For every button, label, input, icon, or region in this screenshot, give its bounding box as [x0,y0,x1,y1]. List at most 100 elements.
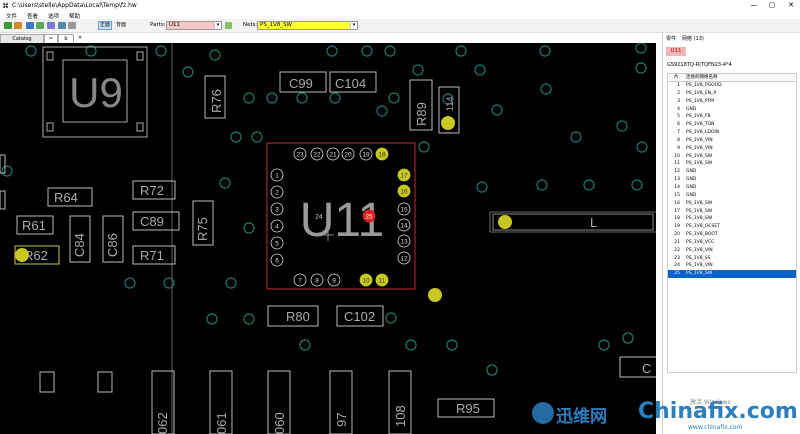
chevron-down-icon[interactable]: ▾ [350,22,357,29]
net-name: PS_1V8_TON [686,122,715,128]
u11-pin-label: 12 [400,255,408,262]
table-row[interactable]: 7 PS_1V8_LDOIN [668,129,796,137]
arrow-icon[interactable] [68,22,76,29]
table-row[interactable]: 24 PS_1V8_VIN [668,262,796,270]
u11-pin-label: 24 [315,213,323,220]
net-pad[interactable] [428,288,442,302]
net-name: GND [686,192,697,198]
u11-pin-label: 15 [400,206,408,213]
u11-pin-label: 6 [275,257,279,264]
component-l[interactable]: L [492,213,654,231]
pin-number: 9 [677,145,680,151]
table-row[interactable]: 20 PS_1V8_BOOT [668,231,796,239]
net-name: GND [686,177,697,183]
rotate-icon[interactable] [47,22,55,29]
selected-part-badge: U11 [666,47,686,56]
table-row[interactable]: 4 GND [668,106,796,114]
table-row[interactable]: 14 GND [668,184,796,192]
pin-number: 6 [677,122,680,128]
u11-pin-label: 9 [332,277,336,284]
open-icon[interactable] [4,22,12,29]
pin-number: 18 [674,216,680,222]
net-name: PS_1V8_SW [686,200,713,206]
table-row[interactable]: 9 PS_1V8_VIN [668,145,796,153]
mirror-icon[interactable] [58,22,66,29]
table-row[interactable]: 25 PS_1V8_SW [668,270,796,279]
u11-pin-label: 13 [400,238,408,245]
table-row[interactable]: 3 PS_1V8_PFM [668,98,796,106]
component-u11[interactable]: U11 1234567 8 9 10 1112131415161718192021222… [266,142,416,290]
table-row[interactable]: 5 PS_1V8_FB [668,113,796,121]
table-row[interactable]: 2 PS_1V8_EN_R [668,90,796,98]
nets-label: Nets: [243,22,258,28]
table-row[interactable]: 11 PS_1V8_SW [668,160,796,168]
tab-nets[interactable]: 网络 (13) [682,35,704,44]
net-name: PS_1V8_VIN [686,137,713,143]
table-row[interactable]: 12 GND [668,168,796,176]
chevron-down-icon[interactable]: ▾ [214,22,221,29]
tab-catalog[interactable]: Catalog [0,34,44,43]
toolbar: 正面 背面 Parts: U11 ▾ Nets: PS_1V8_SW ▾ [0,19,800,33]
net-name: PS_1V8_SW [686,271,713,277]
net-name: PS_1V8_BOOT [686,232,718,238]
component-u9[interactable]: U9 [42,46,148,138]
nets-input[interactable]: PS_1V8_SW ▾ [257,21,358,30]
pin-number: 13 [674,177,680,183]
package-name: GS9218TQ-R(TQFN23-4*4 [667,62,732,68]
table-row[interactable]: 18 PS_1V8_SW [668,215,796,223]
pin-number: 2 [677,90,680,96]
table-row[interactable]: 8 PS_1V8_VIN [668,137,796,145]
label-108: 108 [393,405,408,427]
pcb-board-view[interactable]: U9 R76 C99 C104 R89 114 R64 R72 C89 R75 … [0,43,656,434]
net-name: PS_1V8_FB [686,114,711,120]
table-row[interactable]: 1 PS_1V8_PGOOD [668,82,796,90]
table-row[interactable]: 22 PS_1V8_VIN [668,247,796,255]
label-r75: R75 [195,217,210,241]
net-name: PS_1V8_SW [686,153,713,159]
front-side-button[interactable]: 正面 [98,21,112,30]
label-c-edge: C [642,361,651,376]
tab-b[interactable]: b [58,34,74,43]
table-row[interactable]: 21 PS_1V8_VCC [668,239,796,247]
back-side-button[interactable]: 背面 [114,21,128,30]
app-icon: ⌘ [2,1,9,10]
tab-cut[interactable]: ✂ [44,34,58,43]
table-row[interactable]: 15 GND [668,192,796,200]
table-row[interactable]: 23 PS_1V8_SS [668,255,796,263]
net-name: PS_1V8_VIN [686,247,713,253]
label-r89: R89 [414,102,429,126]
maximize-button[interactable]: ▢ [764,0,780,11]
pin-number: 12 [674,169,680,175]
pin-number: 23 [674,255,680,261]
c114-pad[interactable] [441,116,455,130]
col-net[interactable]: 连接的网络名称 [684,74,796,81]
window-title: C:\Users\stelle\AppData\Local\Temp\fz.hw [12,2,137,9]
zoom-out-icon[interactable] [36,22,44,29]
pin-number: 1 [677,83,680,88]
back-icon[interactable] [14,22,22,29]
close-tab-icon[interactable]: ✕ [74,34,86,43]
watermark: 迅维网 Chinafix.com 激活 Windows www.chinafix… [520,395,800,434]
net-name: PS_1V8_LDOIN [686,130,720,136]
col-pin[interactable]: 片. [668,74,684,81]
r62-pad[interactable] [15,248,29,262]
tab-parts[interactable]: 零件 [666,35,676,44]
table-row[interactable]: 6 PS_1V8_TON [668,121,796,129]
l-label: L [590,215,597,230]
pin-number: 4 [677,106,680,112]
table-row[interactable]: 19 PS_1V8_OCSET [668,223,796,231]
zoom-in-icon[interactable] [26,22,34,29]
label-c99: C99 [289,76,313,91]
close-button[interactable]: ✕ [783,0,799,11]
table-row[interactable]: 16 PS_1V8_SW [668,200,796,208]
minimize-button[interactable]: — [746,0,762,11]
parts-input[interactable]: U11 ▾ [166,21,222,30]
table-row[interactable]: 17 PS_1V8_SW [668,208,796,216]
u11-pin-label: 1 [275,172,279,179]
find-part-icon[interactable] [225,22,232,29]
table-row[interactable]: 10 PS_1V8_SW [668,153,796,161]
table-row[interactable]: 13 GND [668,176,796,184]
pin-number: 11 [674,161,680,167]
u11-pin-label: 21 [329,151,337,158]
pin-number: 3 [677,98,680,104]
